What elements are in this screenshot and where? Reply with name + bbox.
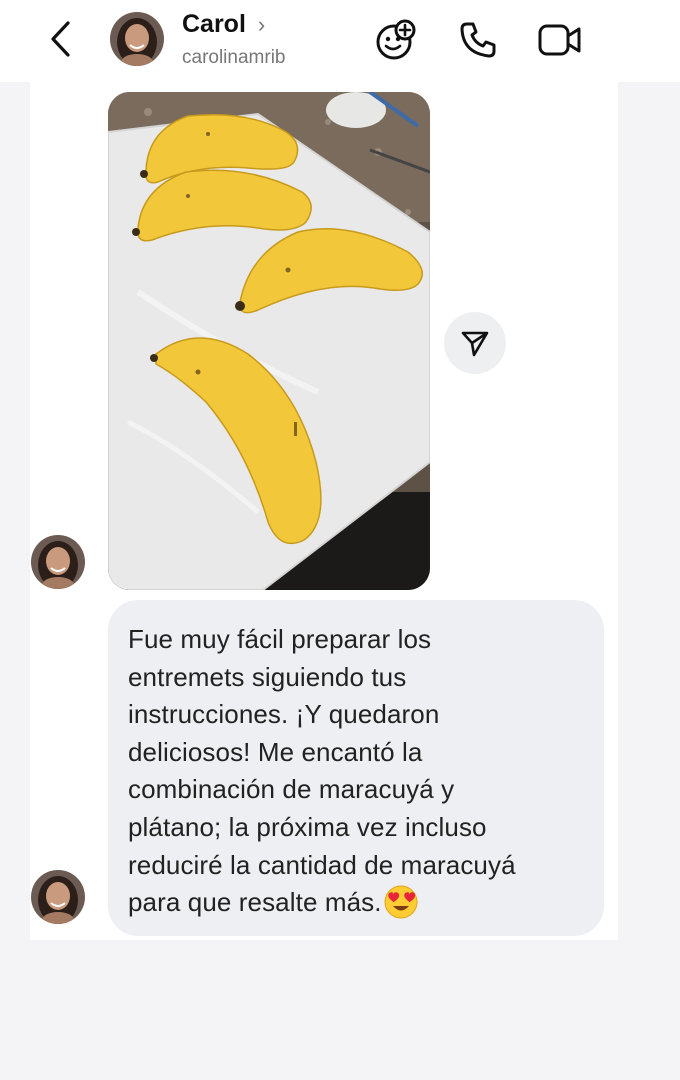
profile-name-link[interactable]: Carol › (182, 10, 265, 39)
video-camera-icon (538, 24, 581, 56)
back-arrow-icon (51, 21, 70, 57)
sticker-add-icon (376, 19, 416, 60)
share-button[interactable] (444, 312, 506, 374)
photo-message[interactable] (108, 92, 430, 590)
text-message[interactable]: Fue muy fácil preparar los entremets sig… (108, 600, 604, 936)
back-button[interactable] (44, 18, 76, 60)
sender-avatar[interactable] (31, 870, 85, 924)
message-text: Fue muy fácil preparar los entremets sig… (128, 624, 516, 918)
audio-call-button[interactable] (454, 16, 502, 64)
chevron-right-icon: › (257, 11, 266, 37)
sender-avatar[interactable] (31, 535, 85, 589)
chat-header: Carol › carolinamrib (0, 0, 680, 82)
phone-icon (460, 22, 496, 58)
paper-plane-icon (461, 331, 489, 357)
contact-name: Carol (182, 10, 246, 38)
video-call-button[interactable] (536, 16, 584, 64)
sticker-button[interactable] (372, 16, 420, 64)
avatar[interactable] (110, 12, 164, 66)
bananas-photo (108, 92, 430, 590)
heart-eyes-emoji (384, 885, 418, 919)
contact-username: carolinamrib (182, 47, 286, 68)
